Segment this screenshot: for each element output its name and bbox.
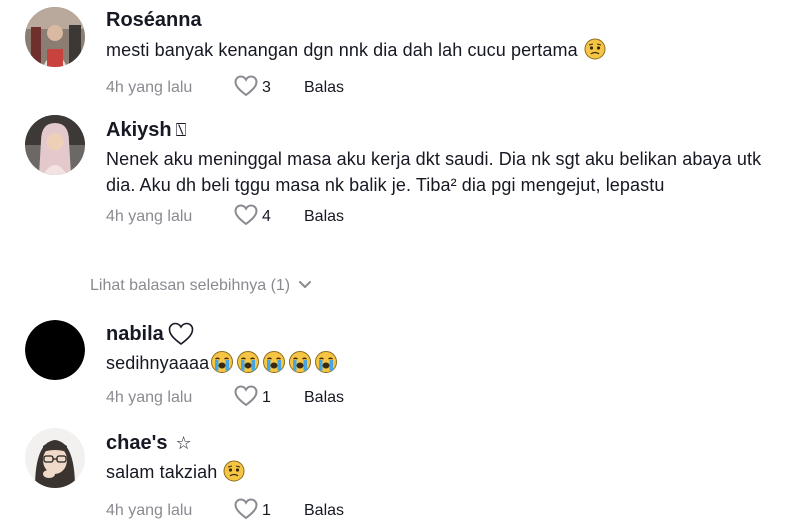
timestamp: 4h yang lalu <box>106 79 193 96</box>
comment-text: Nenek aku meninggal masa aku kerja dkt s… <box>106 149 762 195</box>
like-count: 1 <box>262 389 271 406</box>
avatar[interactable] <box>25 115 85 175</box>
loudly-crying-face-icon <box>315 351 338 373</box>
comment-text-body: salam takziah <box>106 462 218 482</box>
timestamp: 4h yang lalu <box>106 208 193 225</box>
like-count: 4 <box>262 208 271 225</box>
reply-button[interactable]: Balas <box>304 208 344 226</box>
comment-meta: 4h yang lalu 4 Balas <box>106 203 775 231</box>
loudly-crying-face-icon <box>237 351 260 373</box>
like-button[interactable]: 4 <box>234 203 304 231</box>
loudly-crying-face-icon <box>263 351 286 373</box>
pleading-face-emoji-icon <box>223 460 245 489</box>
username-suffix: ⍂ <box>175 119 187 140</box>
comment-meta: 4h yang lalu 3 Balas <box>106 74 775 102</box>
heart-icon <box>234 497 258 525</box>
comment-text: sedihnyaaaa <box>106 350 775 376</box>
comment-text-body: mesti banyak kenangan dgn nnk dia dah la… <box>106 40 578 60</box>
avatar[interactable] <box>25 7 85 67</box>
reply-button[interactable]: Balas <box>304 502 344 520</box>
timestamp: 4h yang lalu <box>106 502 193 519</box>
comment-text-body: sedihnyaaaa <box>106 353 210 373</box>
heart-icon <box>234 74 258 102</box>
loudly-crying-face-icon <box>211 351 234 373</box>
comment-text: salam takziah <box>106 459 775 489</box>
heart-icon <box>234 384 258 412</box>
username[interactable]: Akiysh <box>106 118 172 142</box>
like-count: 1 <box>262 502 271 519</box>
comment-text: mesti banyak kenangan dgn nnk dia dah la… <box>106 37 775 67</box>
reply-button[interactable]: Balas <box>304 389 344 407</box>
avatar[interactable] <box>25 428 85 488</box>
heart-icon <box>234 203 258 231</box>
comment-meta: 4h yang lalu 1 Balas <box>106 384 775 412</box>
heart-outline-icon <box>168 322 194 346</box>
like-button[interactable]: 1 <box>234 384 304 412</box>
username[interactable]: Roséanna <box>106 8 202 32</box>
avatar[interactable] <box>25 320 85 380</box>
like-button[interactable]: 3 <box>234 74 304 102</box>
chevron-down-icon <box>298 277 312 295</box>
like-button[interactable]: 1 <box>234 497 304 525</box>
view-more-replies-button[interactable]: Lihat balasan selebihnya (1) <box>90 277 312 295</box>
comment-meta: 4h yang lalu 1 Balas <box>106 497 775 525</box>
reply-button[interactable]: Balas <box>304 79 344 97</box>
timestamp: 4h yang lalu <box>106 389 193 406</box>
view-more-replies-label: Lihat balasan selebihnya (1) <box>90 277 291 294</box>
loudly-crying-face-emoji-icons <box>210 350 338 374</box>
like-count: 3 <box>262 79 271 96</box>
username[interactable]: nabila <box>106 322 164 346</box>
star-outline-icon: ☆ <box>175 432 192 453</box>
username[interactable]: chae's <box>106 431 167 455</box>
pleading-face-emoji-icon <box>584 38 606 67</box>
loudly-crying-face-icon <box>289 351 312 373</box>
